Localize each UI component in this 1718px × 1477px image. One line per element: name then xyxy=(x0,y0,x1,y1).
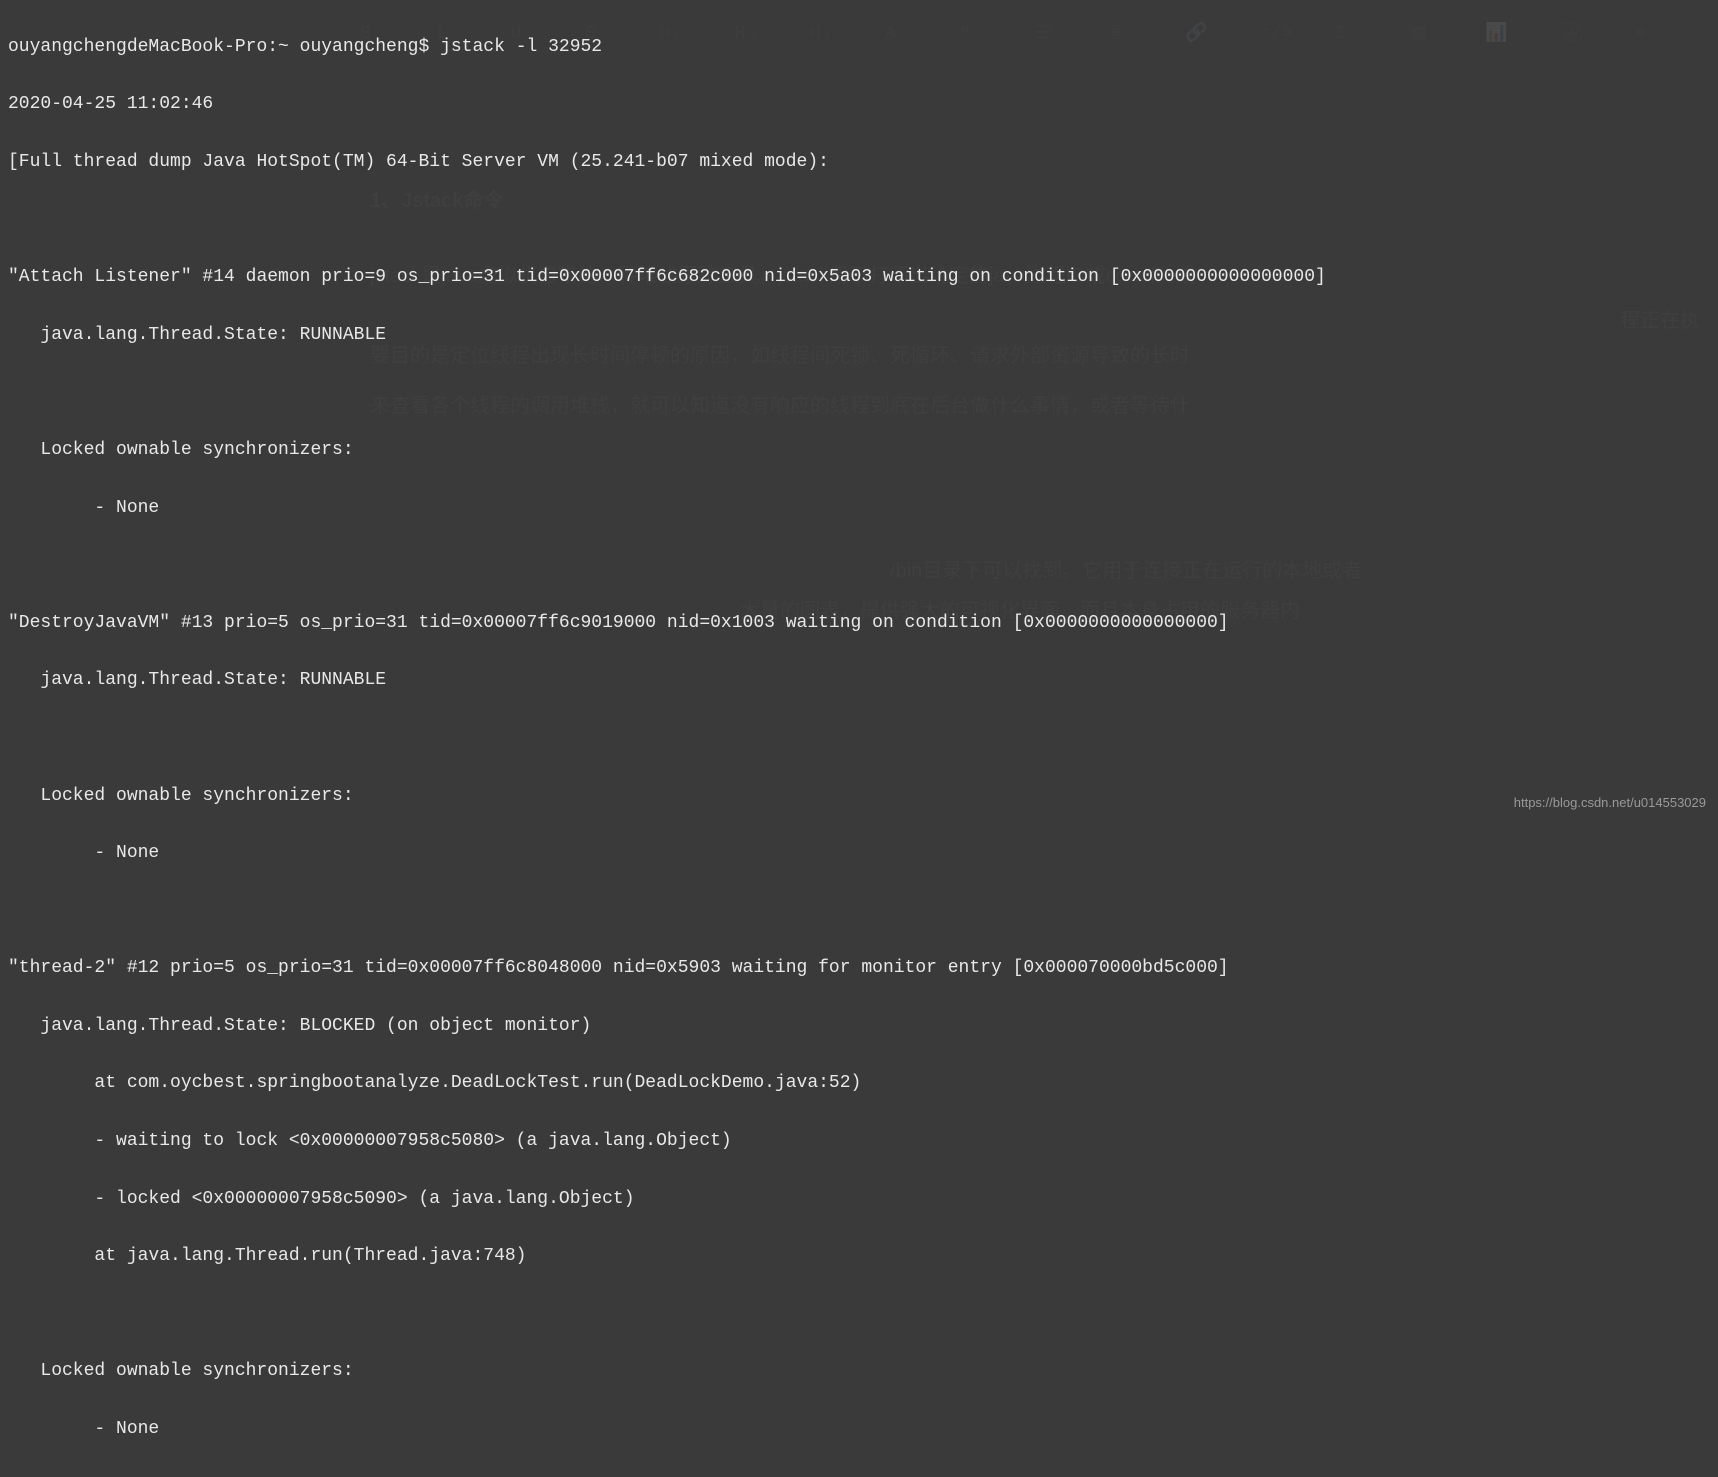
blank-line xyxy=(8,1300,1710,1329)
thread-state: java.lang.Thread.State: RUNNABLE xyxy=(8,666,1710,695)
thread-title: "DestroyJavaVM" #13 prio=5 os_prio=31 ti… xyxy=(8,609,1710,638)
blank-line xyxy=(8,897,1710,926)
sync-none: - None xyxy=(8,839,1710,868)
stack-frame: at java.lang.Thread.run(Thread.java:748) xyxy=(8,1242,1710,1271)
thread-state: java.lang.Thread.State: BLOCKED (on obje… xyxy=(8,1012,1710,1041)
thread-title: "Attach Listener" #14 daemon prio=9 os_p… xyxy=(8,263,1710,292)
shell-prompt: ouyangchengdeMacBook-Pro:~ ouyangcheng$ xyxy=(8,37,440,57)
sync-header: Locked ownable synchronizers: xyxy=(8,436,1710,465)
dump-header: [Full thread dump Java HotSpot(TM) 64-Bi… xyxy=(8,148,1710,177)
stack-frame: - locked <0x00000007958c5090> (a java.la… xyxy=(8,1185,1710,1214)
blank-line xyxy=(8,378,1710,407)
watermark-text: https://blog.csdn.net/u014553029 xyxy=(1514,793,1706,814)
sync-header: Locked ownable synchronizers: xyxy=(8,1357,1710,1386)
terminal-output: ouyangchengdeMacBook-Pro:~ ouyangcheng$ … xyxy=(0,0,1718,1477)
thread-state: java.lang.Thread.State: RUNNABLE xyxy=(8,321,1710,350)
sync-none: - None xyxy=(8,494,1710,523)
sync-header: Locked ownable synchronizers: xyxy=(8,782,1710,811)
blank-line xyxy=(8,724,1710,753)
command-text: jstack -l 32952 xyxy=(440,37,602,57)
blank-line xyxy=(8,206,1710,235)
sync-none: - None xyxy=(8,1415,1710,1444)
stack-frame: at com.oycbest.springbootanalyze.DeadLoc… xyxy=(8,1069,1710,1098)
timestamp-line: 2020-04-25 11:02:46 xyxy=(8,90,1710,119)
thread-title: "thread-2" #12 prio=5 os_prio=31 tid=0x0… xyxy=(8,954,1710,983)
blank-line xyxy=(8,551,1710,580)
prompt-line: ouyangchengdeMacBook-Pro:~ ouyangcheng$ … xyxy=(8,33,1710,62)
stack-frame: - waiting to lock <0x00000007958c5080> (… xyxy=(8,1127,1710,1156)
